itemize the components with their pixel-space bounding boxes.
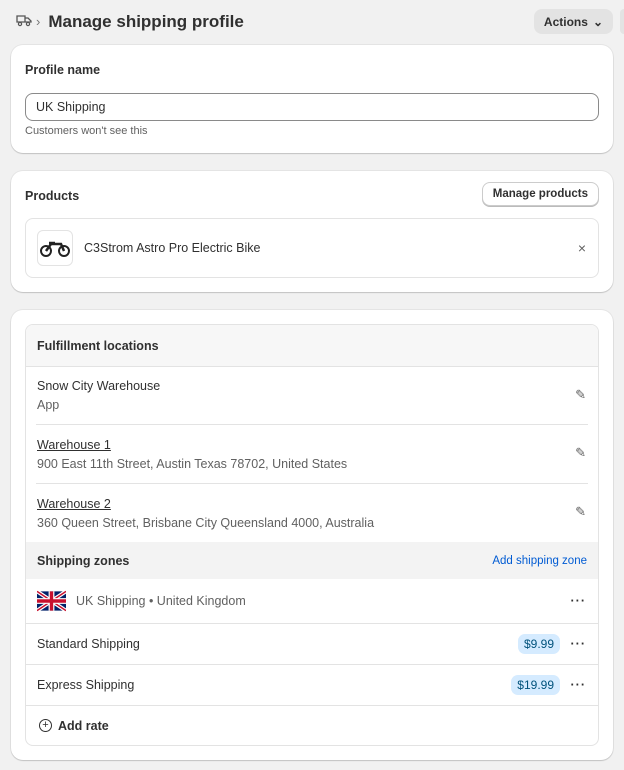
location-link[interactable]: Warehouse 2 <box>37 497 111 511</box>
edit-pencil-icon[interactable]: ✎ <box>575 445 586 461</box>
profile-name-help: Customers won't see this <box>25 125 148 137</box>
edit-pencil-icon[interactable]: ✎ <box>575 387 586 403</box>
product-item[interactable]: C3Strom Astro Pro Electric Bike × <box>26 219 598 277</box>
edit-pencil-icon[interactable]: ✎ <box>575 504 586 520</box>
location-row: Snow City Warehouse App ✎ <box>26 366 598 424</box>
overflow-button-edge[interactable] <box>620 9 624 34</box>
product-list: C3Strom Astro Pro Electric Bike × <box>25 218 599 278</box>
add-rate-label: Add rate <box>58 718 109 733</box>
location-detail: 900 East 11th Street, Austin Texas 78702… <box>37 456 348 471</box>
fulfillment-header: Fulfillment locations <box>26 325 598 366</box>
rate-price-badge: $9.99 <box>517 634 560 654</box>
fulfillment-card: Fulfillment locations Snow City Warehous… <box>11 310 613 760</box>
location-detail: 360 Queen Street, Brisbane City Queensla… <box>37 515 375 530</box>
rate-row: Standard Shipping $9.99 ··· <box>26 623 598 664</box>
location-detail: App <box>37 398 60 412</box>
rate-name: Standard Shipping <box>37 637 140 651</box>
plus-circle-icon: + <box>39 719 52 732</box>
breadcrumb-chevron-icon: › <box>36 14 41 29</box>
rate-row: Express Shipping $19.99 ··· <box>26 664 598 705</box>
product-thumbnail <box>37 230 73 266</box>
more-actions-icon[interactable]: ··· <box>571 637 587 651</box>
page-header: › Manage shipping profile Actions ⌄ <box>16 9 624 34</box>
profile-name-heading: Profile name <box>25 63 101 77</box>
page-title: Manage shipping profile <box>48 11 244 31</box>
actions-button[interactable]: Actions ⌄ <box>533 9 613 34</box>
profile-name-input[interactable]: UK Shipping <box>25 93 599 121</box>
shipping-truck-icon[interactable] <box>16 13 32 30</box>
fulfillment-heading: Fulfillment locations <box>37 338 159 353</box>
add-rate-button[interactable]: + Add rate <box>26 705 598 745</box>
rate-price-badge: $19.99 <box>511 675 560 695</box>
remove-product-icon[interactable]: × <box>578 240 586 256</box>
location-row: Warehouse 1 900 East 11th Street, Austin… <box>36 424 588 483</box>
product-name: C3Strom Astro Pro Electric Bike <box>84 241 261 255</box>
products-card: Products Manage products C3Strom Astro P… <box>11 171 613 292</box>
zones-header: Shipping zones Add shipping zone <box>26 542 598 579</box>
more-actions-icon[interactable]: ··· <box>571 594 587 608</box>
location-link[interactable]: Warehouse 1 <box>37 438 111 452</box>
profile-name-card: Profile name UK Shipping Customers won't… <box>11 45 613 153</box>
add-shipping-zone-link[interactable]: Add shipping zone <box>492 555 587 567</box>
location-row: Warehouse 2 360 Queen Street, Brisbane C… <box>36 483 588 542</box>
rate-name: Express Shipping <box>37 678 135 692</box>
products-heading: Products <box>25 189 80 203</box>
location-name: Snow City Warehouse <box>37 379 161 393</box>
zone-row: UK Shipping • United Kingdom ··· <box>26 579 598 623</box>
chevron-down-icon: ⌄ <box>592 14 603 29</box>
manage-products-button[interactable]: Manage products <box>481 182 599 206</box>
zone-name: UK Shipping • United Kingdom <box>76 594 246 608</box>
actions-label: Actions <box>543 14 588 29</box>
locations-box: Fulfillment locations Snow City Warehous… <box>25 324 599 746</box>
uk-flag-icon <box>37 590 66 612</box>
more-actions-icon[interactable]: ··· <box>571 678 587 692</box>
zones-heading: Shipping zones <box>37 553 130 568</box>
